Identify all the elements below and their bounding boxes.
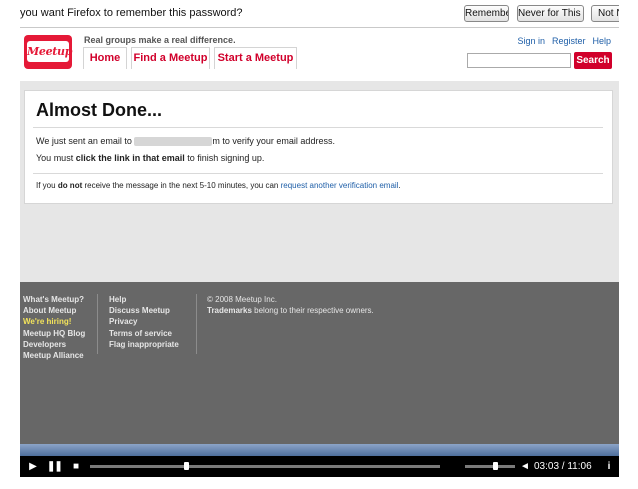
volume-bar[interactable] — [465, 465, 515, 468]
nav-home-tab[interactable]: Home — [83, 47, 127, 69]
site-footer: What's Meetup? About Meetup We're hiring… — [20, 282, 619, 444]
not-now-button[interactable]: Not No — [591, 5, 619, 22]
search-input[interactable] — [467, 53, 571, 68]
footer-column-about: What's Meetup? About Meetup We're hiring… — [23, 294, 85, 361]
remember-button[interactable]: Remember — [464, 5, 509, 22]
nav-find-a-meetup-tab[interactable]: Find a Meetup — [131, 47, 210, 69]
password-prompt-text: you want Firefox to remember this passwo… — [20, 7, 243, 19]
copyright-text: © 2008 Meetup Inc. — [207, 295, 277, 304]
taskbar-strip — [20, 444, 619, 456]
verification-note: If you do not receive the message in the… — [36, 181, 401, 190]
play-icon[interactable]: ▶ — [26, 456, 40, 477]
text-cursor-icon: I — [247, 153, 250, 164]
volume-handle[interactable] — [493, 462, 498, 470]
request-verification-email-link[interactable]: request another verification email — [281, 181, 399, 190]
info-icon[interactable]: i — [604, 456, 614, 477]
register-link[interactable]: Register — [552, 36, 586, 46]
logo-text: Meetup — [27, 41, 72, 62]
account-links: Sign in Register Help — [510, 36, 611, 46]
footer-column-help: Help Discuss Meetup Privacy Terms of ser… — [109, 294, 179, 350]
main-content: Almost Done... We just sent an email to … — [20, 81, 619, 282]
footer-link-whats-meetup[interactable]: What's Meetup? — [23, 294, 85, 305]
confirmation-card: Almost Done... We just sent an email to … — [24, 90, 613, 204]
footer-link-discuss[interactable]: Discuss Meetup — [109, 305, 179, 316]
password-notification-bar: you want Firefox to remember this passwo… — [20, 0, 619, 28]
note-prefix: If you — [36, 181, 56, 190]
note-bold: do not — [57, 181, 83, 190]
footer-link-about-meetup[interactable]: About Meetup — [23, 305, 85, 316]
speaker-icon[interactable]: ◄ — [519, 456, 531, 477]
meetup-logo[interactable]: Meetup — [24, 35, 72, 69]
footer-link-privacy[interactable]: Privacy — [109, 316, 179, 327]
tagline: Real groups make a real difference. — [84, 35, 236, 45]
sign-in-link[interactable]: Sign in — [517, 36, 545, 46]
time-display: 03:03 / 11:06 — [534, 461, 592, 472]
footer-link-hq-blog[interactable]: Meetup HQ Blog — [23, 328, 85, 339]
help-link[interactable]: Help — [592, 36, 611, 46]
trademark-bold: Trademarks — [207, 306, 252, 316]
trademark-text: Trademarks belong to their respective ow… — [207, 305, 374, 316]
footer-link-developers[interactable]: Developers — [23, 339, 85, 350]
search-button[interactable]: Search — [574, 52, 612, 69]
browser-frame: you want Firefox to remember this passwo… — [20, 0, 619, 489]
footer-link-flag[interactable]: Flag inappropriate — [109, 339, 179, 350]
click-link-bold: click the link in that email — [75, 153, 185, 163]
nav-start-a-meetup-tab[interactable]: Start a Meetup — [214, 47, 297, 69]
message-divider — [33, 173, 603, 174]
footer-link-hiring[interactable]: We're hiring! — [23, 316, 85, 327]
note-end: . — [398, 181, 401, 190]
click-link-message: You must click the link in that email to… — [36, 153, 264, 163]
footer-copyright: © 2008 Meetup Inc. Trademarks belong to … — [207, 294, 374, 316]
page-title: Almost Done... — [36, 100, 163, 120]
seek-bar[interactable] — [90, 465, 440, 468]
email-sent-prefix: We just sent an email to — [36, 136, 132, 146]
footer-divider — [97, 294, 98, 354]
click-link-prefix: You must — [36, 153, 74, 163]
redacted-email — [134, 137, 213, 147]
footer-link-terms[interactable]: Terms of service — [109, 328, 179, 339]
pause-icon[interactable]: ❚❚ — [47, 456, 63, 477]
title-divider — [33, 127, 603, 128]
never-for-this-site-button[interactable]: Never for This Site — [517, 5, 584, 22]
email-sent-message: We just sent an email to m to verify you… — [36, 136, 335, 147]
footer-divider — [196, 294, 197, 354]
stop-icon[interactable]: ■ — [69, 456, 83, 477]
note-middle: receive the message in the next 5-10 min… — [84, 181, 279, 190]
email-sent-suffix: m to verify your email address. — [212, 136, 335, 146]
footer-link-alliance[interactable]: Meetup Alliance — [23, 350, 85, 361]
click-link-suffix: to finish signing up. — [187, 153, 265, 163]
seek-handle[interactable] — [184, 462, 190, 470]
site-header: Meetup Real groups make a real differenc… — [20, 28, 619, 80]
trademark-rest: belong to their respective owners. — [254, 306, 374, 316]
footer-link-help[interactable]: Help — [109, 294, 179, 305]
video-player-controls: ▶ ❚❚ ■ ◄ 03:03 / 11:06 i — [20, 456, 619, 477]
